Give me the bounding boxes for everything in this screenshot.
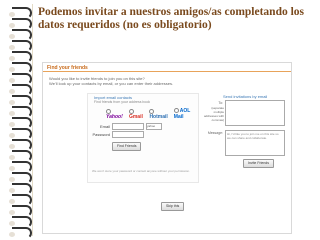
import-subtitle: Find friends from your address book — [94, 100, 151, 104]
invite-friends-button[interactable]: Invite Friends — [243, 159, 275, 168]
spiral-ring-icon — [8, 226, 34, 239]
import-note: We won't store your password or contact … — [92, 169, 190, 173]
slide-title: Podemos invitar a nuestros amigos/as com… — [38, 6, 305, 31]
message-text: Hi, I'd like you to join me on this site… — [227, 132, 279, 140]
password-field[interactable] — [112, 131, 144, 138]
provider-aol[interactable]: AOL Mail — [173, 108, 198, 120]
radio-icon — [173, 108, 179, 114]
provider-hotmail[interactable]: Hotmail — [149, 108, 170, 120]
hotmail-logo: Hotmail — [149, 113, 168, 120]
invite-panel: Send invitations by email To: (separate … — [203, 93, 287, 181]
skip-button[interactable]: Skip this — [161, 202, 185, 211]
embedded-screenshot: Find your friends Would you like to invi… — [42, 62, 292, 234]
password-label: Password — [92, 132, 110, 137]
provider-gmail[interactable]: Gmail — [128, 108, 146, 120]
yahoo-logo: Yahoo! — [106, 113, 123, 120]
slide: Podemos invitar a nuestros amigos/as com… — [0, 0, 320, 240]
to-textarea[interactable] — [225, 100, 285, 126]
to-label: To: — [218, 101, 223, 105]
email-label: Email — [99, 124, 110, 129]
message-label: Message: — [207, 131, 223, 135]
header-divider — [43, 71, 291, 72]
domain-select[interactable]: yahoo — [146, 123, 162, 130]
screenshot-header: Find your friends — [43, 63, 291, 72]
import-contacts-panel: Import email contacts Find friends from … — [87, 93, 199, 183]
message-textarea[interactable]: Hi, I'd like you to join me on this site… — [225, 130, 285, 156]
gmail-logo: Gmail — [128, 113, 143, 120]
find-friends-button[interactable]: Find Friends — [112, 142, 142, 151]
password-row: Password — [92, 131, 144, 138]
email-row: Email yahoo — [92, 123, 162, 130]
email-field[interactable] — [112, 123, 144, 130]
provider-yahoo[interactable]: Yahoo! — [106, 108, 126, 120]
to-hint: (separate multiple addresses with commas… — [203, 106, 224, 122]
invite-heading: Send invitations by email — [223, 94, 268, 99]
intro-line: We'll look up your contacts by email, or… — [49, 81, 174, 86]
spiral-binding — [8, 6, 34, 239]
intro-text: Would you like to invite friends to join… — [49, 76, 209, 86]
provider-logos: Yahoo! Gmail Hotmail AOL Mail — [106, 108, 198, 120]
